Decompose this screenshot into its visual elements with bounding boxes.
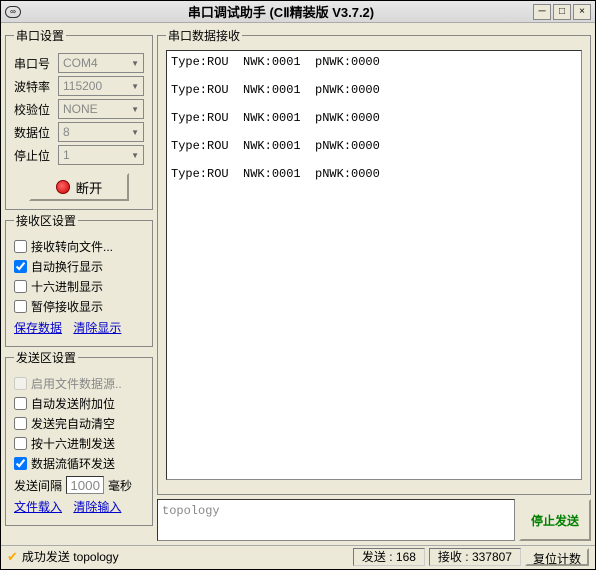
status-text: 成功发送 topology <box>22 548 349 565</box>
maximize-button[interactable]: □ <box>553 4 571 20</box>
auto-clear-label: 发送完自动清空 <box>31 415 115 432</box>
pause-recv-label: 暂停接收显示 <box>31 298 103 315</box>
tx-counter: 发送 : 168 <box>353 548 425 566</box>
parity-label: 校验位 <box>14 101 54 118</box>
save-data-link[interactable]: 保存数据 <box>14 321 62 335</box>
file-source-label: 启用文件数据源.. <box>31 375 122 392</box>
recv-settings-group: 接收区设置 接收转向文件... 自动换行显示 十六进制显示 暂停接收显示 保存数… <box>5 212 153 347</box>
window-title: 串口调试助手 (CⅡ精装版 V3.7.2) <box>29 2 533 21</box>
loop-send-label: 数据流循环发送 <box>31 455 115 472</box>
minimize-button[interactable]: ─ <box>533 4 551 20</box>
hex-display-label: 十六进制显示 <box>31 278 103 295</box>
recv-to-file-checkbox[interactable] <box>14 240 27 253</box>
app-window: ∞ 串口调试助手 (CⅡ精装版 V3.7.2) ─ □ × 串口设置 串口号 C… <box>0 0 596 570</box>
titlebar: ∞ 串口调试助手 (CⅡ精装版 V3.7.2) ─ □ × <box>1 1 595 23</box>
rx-counter: 接收 : 337807 <box>429 548 521 566</box>
parity-select[interactable]: NONE▼ <box>58 99 144 119</box>
clear-display-link[interactable]: 清除显示 <box>73 321 121 335</box>
stopbits-select[interactable]: 1▼ <box>58 145 144 165</box>
port-settings-group: 串口设置 串口号 COM4▼ 波特率 115200▼ 校验位 NONE▼ 数据位… <box>5 27 153 210</box>
port-settings-legend: 串口设置 <box>14 27 66 44</box>
file-load-link[interactable]: 文件载入 <box>14 500 62 514</box>
send-settings-legend: 发送区设置 <box>14 349 78 366</box>
interval-label: 发送间隔 <box>14 477 62 494</box>
chevron-down-icon: ▼ <box>131 128 139 137</box>
chevron-down-icon: ▼ <box>131 82 139 91</box>
send-settings-group: 发送区设置 启用文件数据源.. 自动发送附加位 发送完自动清空 按十六进制发送 … <box>5 349 153 526</box>
chevron-down-icon: ▼ <box>131 59 139 68</box>
pause-recv-checkbox[interactable] <box>14 300 27 313</box>
chevron-down-icon: ▼ <box>131 151 139 160</box>
databits-label: 数据位 <box>14 124 54 141</box>
hex-display-checkbox[interactable] <box>14 280 27 293</box>
baud-label: 波特率 <box>14 78 54 95</box>
databits-select[interactable]: 8▼ <box>58 122 144 142</box>
auto-append-label: 自动发送附加位 <box>31 395 115 412</box>
interval-unit: 毫秒 <box>108 477 132 494</box>
hex-send-checkbox[interactable] <box>14 437 27 450</box>
close-button[interactable]: × <box>573 4 591 20</box>
port-label: 串口号 <box>14 55 54 72</box>
stopbits-label: 停止位 <box>14 147 54 164</box>
recv-to-file-label: 接收转向文件... <box>31 238 113 255</box>
auto-append-checkbox[interactable] <box>14 397 27 410</box>
file-source-checkbox <box>14 377 27 390</box>
auto-wrap-checkbox[interactable] <box>14 260 27 273</box>
statusbar: ✔ 成功发送 topology 发送 : 168 接收 : 337807 复位计… <box>1 545 595 567</box>
recv-textarea[interactable]: Type:ROU NWK:0001 pNWK:0000 Type:ROU NWK… <box>166 50 582 480</box>
recv-area-group: 串口数据接收 Type:ROU NWK:0001 pNWK:0000 Type:… <box>157 27 591 495</box>
hex-send-label: 按十六进制发送 <box>31 435 115 452</box>
send-input[interactable]: topology <box>157 499 515 541</box>
recv-settings-legend: 接收区设置 <box>14 212 78 229</box>
clear-input-link[interactable]: 清除输入 <box>73 500 121 514</box>
disconnect-label: 断开 <box>76 178 103 197</box>
interval-input[interactable] <box>66 476 104 494</box>
recv-area-legend: 串口数据接收 <box>166 27 242 44</box>
reset-counter-button[interactable]: 复位计数 <box>525 548 589 566</box>
disconnect-button[interactable]: 断开 <box>29 173 129 201</box>
port-select[interactable]: COM4▼ <box>58 53 144 73</box>
baud-select[interactable]: 115200▼ <box>58 76 144 96</box>
connection-indicator-icon <box>56 180 70 194</box>
loop-send-checkbox[interactable] <box>14 457 27 470</box>
chevron-down-icon: ▼ <box>131 105 139 114</box>
status-icon: ✔ <box>7 549 18 565</box>
auto-clear-checkbox[interactable] <box>14 417 27 430</box>
app-icon: ∞ <box>5 6 21 18</box>
auto-wrap-label: 自动换行显示 <box>31 258 103 275</box>
send-button[interactable]: 停止发送 <box>519 499 591 541</box>
